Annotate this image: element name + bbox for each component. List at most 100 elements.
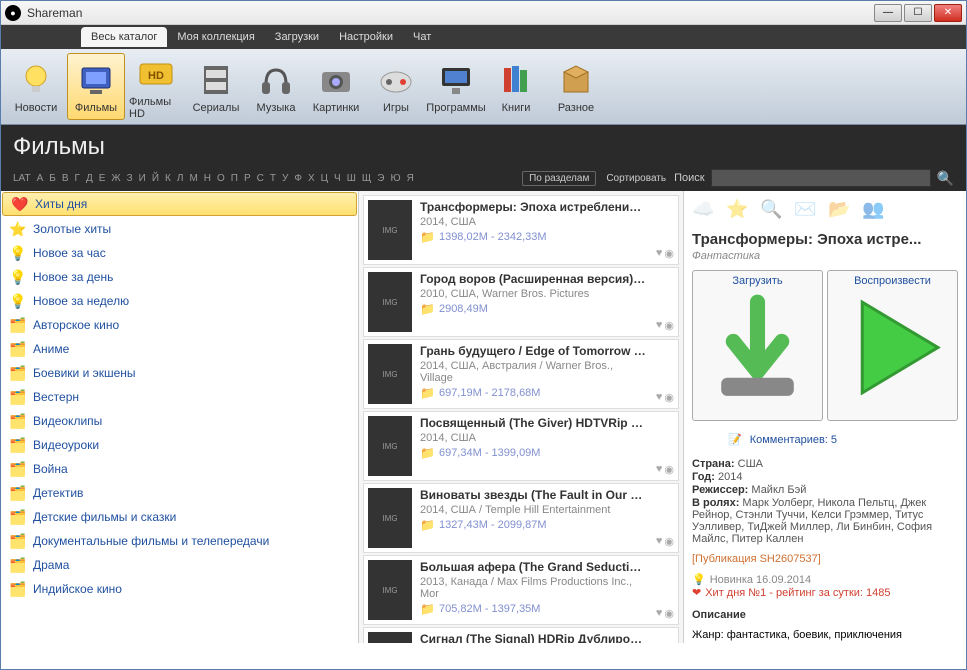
by-section-button[interactable]: По разделам [522,171,596,186]
movie-item-0[interactable]: IMGТрансформеры: Эпоха истребления (T201… [363,195,679,265]
poster-icon: IMG [368,560,412,620]
folder-open-icon[interactable]: 📂 [828,199,852,223]
sidebar-item-13[interactable]: 🗂️Детские фильмы и сказки [1,505,358,529]
alpha-Щ[interactable]: Щ [362,173,371,184]
alpha-А[interactable]: А [37,173,44,184]
movie-item-3[interactable]: IMGПосвященный (The Giver) HDTVRip Ду€20… [363,411,679,481]
alpha-З[interactable]: З [127,173,133,184]
minimize-button[interactable]: — [874,4,902,22]
alpha-Ш[interactable]: Ш [347,173,356,184]
alpha-К[interactable]: К [165,173,171,184]
sidebar-item-10[interactable]: 🗂️Видеоуроки [1,433,358,457]
hd-icon: HD [136,54,176,94]
search-icon[interactable]: 🔍 [937,170,954,187]
comments-link[interactable]: 📝 Комментариев: 5 [728,433,958,446]
sidebar-item-12[interactable]: 🗂️Детектив [1,481,358,505]
alpha-И[interactable]: И [139,173,146,184]
sidebar-item-14[interactable]: 🗂️Документальные фильмы и телепередачи [1,529,358,553]
heart-icon: ♥ [656,391,663,404]
alpha-С[interactable]: С [257,173,264,184]
alpha-Ч[interactable]: Ч [334,173,341,184]
topmenu-tab-4[interactable]: Чат [403,27,441,47]
folder-icon: 📁 [420,446,435,460]
movie-item-1[interactable]: IMGГород воров (Расширенная версия) / Tl… [363,267,679,337]
upload-icon[interactable]: ☁️ [692,199,716,223]
topmenu-tab-0[interactable]: Весь каталог [81,27,167,47]
alpha-LAT[interactable]: LAT [13,173,31,184]
alpha-Ж[interactable]: Ж [111,173,120,184]
poster-icon: IMG [368,344,412,404]
alpha-Н[interactable]: Н [204,173,211,184]
maximize-button[interactable]: ☐ [904,4,932,22]
toolbar-film[interactable]: Сериалы [187,53,245,120]
toolbar-monitor[interactable]: Программы [427,53,485,120]
movie-item-4[interactable]: IMGВиноваты звезды (The Fault in Our Sta… [363,483,679,553]
folder-icon: 🗂️ [9,508,27,526]
sidebar-item-16[interactable]: 🗂️Индийское кино [1,577,358,601]
toolbar-gamepad[interactable]: Игры [367,53,425,120]
toolbar-books[interactable]: Книги [487,53,545,120]
folder-icon: 📁 [420,302,435,316]
alpha-Б[interactable]: Б [49,173,56,184]
folder-icon: 🗂️ [9,484,27,502]
sidebar-item-4[interactable]: 💡Новое за неделю [1,289,358,313]
movie-size: 📁2908,49M [420,302,648,316]
toolbar-headphones[interactable]: Музыка [247,53,305,120]
play-button[interactable]: Воспроизвести [827,270,958,421]
alpha-О[interactable]: О [217,173,225,184]
movie-title: Трансформеры: Эпоха истребления (T [420,200,648,214]
sidebar-item-3[interactable]: 💡Новое за день [1,265,358,289]
alpha-У[interactable]: У [282,173,288,184]
alpha-Д[interactable]: Д [86,173,93,184]
topmenu-tab-2[interactable]: Загрузки [265,27,329,47]
movie-item-2[interactable]: IMGГрань будущего / Edge of Tomorrow WE2… [363,339,679,409]
sidebar-item-8[interactable]: 🗂️Вестерн [1,385,358,409]
alpha-Г[interactable]: Г [75,173,80,184]
toolbar-hd[interactable]: HDФильмы HD [127,53,185,120]
share-icon[interactable]: 👥 [862,199,886,223]
sidebar-item-6[interactable]: 🗂️Аниме [1,337,358,361]
sidebar-item-2[interactable]: 💡Новое за час [1,241,358,265]
toolbar-camera[interactable]: Картинки [307,53,365,120]
download-button[interactable]: Загрузить [692,270,823,421]
alpha-Е[interactable]: Е [99,173,106,184]
sidebar-item-7[interactable]: 🗂️Боевики и экшены [1,361,358,385]
heart-icon: ♥ [656,247,663,260]
bulb-icon [16,60,56,100]
alpha-Т[interactable]: Т [270,173,276,184]
alpha-Ю[interactable]: Ю [390,173,400,184]
sort-button[interactable]: Сортировать [600,172,672,185]
alpha-В[interactable]: В [62,173,69,184]
sidebar-item-15[interactable]: 🗂️Драма [1,553,358,577]
toolbar-bulb[interactable]: Новости [7,53,65,120]
favorite-icon[interactable]: ⭐ [726,199,750,223]
close-button[interactable]: ✕ [934,4,962,22]
alpha-Р[interactable]: Р [244,173,251,184]
alpha-Ф[interactable]: Ф [294,173,302,184]
alpha-Л[interactable]: Л [177,173,184,184]
alpha-Э[interactable]: Э [377,173,384,184]
alpha-Ц[interactable]: Ц [321,173,328,184]
sidebar-item-1[interactable]: ⭐Золотые хиты [1,217,358,241]
sidebar-item-5[interactable]: 🗂️Авторское кино [1,313,358,337]
app-icon: ● [5,5,21,21]
sidebar-item-0[interactable]: ❤️Хиты дня [2,192,357,216]
topmenu-tab-3[interactable]: Настройки [329,27,403,47]
toolbar-tv[interactable]: Фильмы [67,53,125,120]
search-detail-icon[interactable]: 🔍 [760,199,784,223]
sidebar-item-11[interactable]: 🗂️Война [1,457,358,481]
topmenu-tab-1[interactable]: Моя коллекция [167,27,264,47]
movie-item-5[interactable]: IMG Большая афера (The Grand Seduction) I… [363,555,679,625]
alpha-Й[interactable]: Й [152,173,159,184]
toolbar-box[interactable]: Разное [547,53,605,120]
movie-item-6[interactable]: IMGСигнал (The Signal) HDRip Дублирован2… [363,627,679,643]
alpha-Х[interactable]: Х [308,173,315,184]
alpha-М[interactable]: М [189,173,197,184]
alpha-Я[interactable]: Я [407,173,414,184]
mail-icon[interactable]: ✉️ [794,199,818,223]
alpha-П[interactable]: П [231,173,238,184]
folder-icon: 📁 [420,602,435,616]
search-input[interactable] [711,169,931,187]
sidebar-item-9[interactable]: 🗂️Видеоклипы [1,409,358,433]
movie-title: Большая афера (The Grand Seduction) I [420,560,648,574]
